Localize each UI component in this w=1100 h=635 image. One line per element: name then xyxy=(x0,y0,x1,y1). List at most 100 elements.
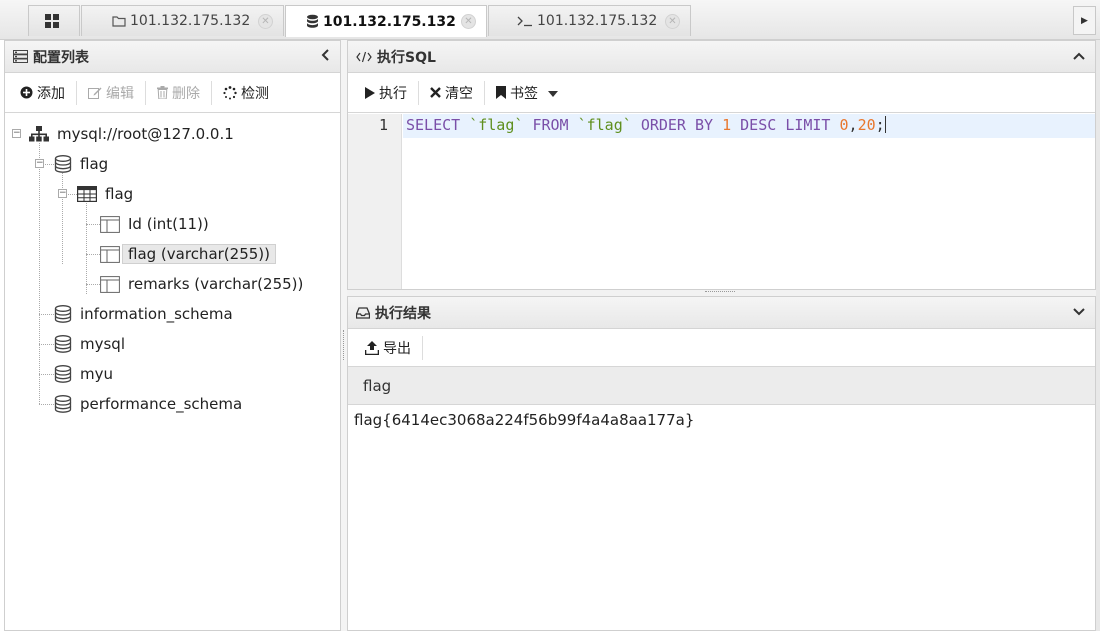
test-connection-button[interactable]: 检测 xyxy=(214,80,278,106)
spinner-icon xyxy=(223,85,237,100)
close-icon[interactable]: ✕ xyxy=(258,14,273,29)
inbox-icon xyxy=(356,306,370,319)
tab-label: 101.132.175.132 xyxy=(537,13,658,29)
export-button[interactable]: 导出 xyxy=(356,335,420,361)
database-icon xyxy=(54,305,72,323)
tree-line xyxy=(86,224,100,225)
sql-toolbar: 执行 清空 书签 xyxy=(348,73,1095,113)
tree-line xyxy=(86,284,100,285)
execute-result-header: 执行结果 xyxy=(348,297,1095,329)
tree-node-connection[interactable]: mysql://root@127.0.0.1 xyxy=(29,122,234,146)
table-icon xyxy=(77,186,97,202)
connection-tree: − − − mysql://root@127.0.0.1 flag flag I… xyxy=(5,113,340,618)
tree-line xyxy=(39,314,54,315)
tree-node-column-flag[interactable]: flag (varchar(255)) xyxy=(100,242,276,266)
edit-label: 编辑 xyxy=(106,85,134,102)
tree-line xyxy=(86,254,100,255)
tab-dashboard[interactable] xyxy=(28,5,80,36)
tree-node-database-mysql[interactable]: mysql xyxy=(54,332,125,356)
tab-file-manager[interactable]: 101.132.175.132 ✕ xyxy=(81,5,284,36)
column-header-label: flag xyxy=(363,376,392,395)
tree-line xyxy=(39,404,54,405)
sql-keyword: DESC xyxy=(740,116,777,134)
tab-label: 101.132.175.132 xyxy=(323,13,456,30)
result-cell[interactable]: flag{6414ec3068a224f56b99f4a4a8aa177a} xyxy=(348,405,1095,429)
times-icon xyxy=(430,87,441,98)
tree-node-database-performance-schema[interactable]: performance_schema xyxy=(54,392,242,416)
line-number: 1 xyxy=(378,116,388,134)
chevron-down-icon[interactable] xyxy=(1073,305,1085,321)
delete-label: 删除 xyxy=(172,85,200,102)
tree-node-column-remarks[interactable]: remarks (varchar(255)) xyxy=(100,272,303,296)
tree-node-database-information-schema[interactable]: information_schema xyxy=(54,302,233,326)
tree-node-column-id[interactable]: Id (int(11)) xyxy=(100,212,209,236)
sql-identifier: `flag` xyxy=(577,116,632,134)
test-label: 检测 xyxy=(241,85,269,102)
chevron-up-icon[interactable] xyxy=(1073,49,1085,65)
edit-icon xyxy=(88,86,102,99)
clear-button[interactable]: 清空 xyxy=(421,80,482,106)
collapse-toggle-root[interactable]: − xyxy=(12,129,21,138)
execute-sql-panel: 执行SQL 执行 清空 书签 1 SELECT `flag` FROM `fla… xyxy=(347,40,1096,290)
toolbar-divider xyxy=(484,80,485,105)
tab-database-manager[interactable]: 101.132.175.132 ✕ xyxy=(285,5,487,37)
tree-node-label: mysql://root@127.0.0.1 xyxy=(57,125,234,143)
toolbar-divider xyxy=(145,80,146,105)
config-toolbar: 添加 编辑 删除 检测 xyxy=(5,73,340,113)
sql-punctuation: ; xyxy=(875,116,885,134)
database-icon xyxy=(54,155,72,173)
tree-node-label: performance_schema xyxy=(80,395,243,413)
sql-identifier: `flag` xyxy=(469,116,524,134)
database-icon xyxy=(306,14,319,29)
tab-terminal[interactable]: 101.132.175.132 ✕ xyxy=(488,5,691,36)
database-icon xyxy=(54,335,72,353)
result-column-header[interactable]: flag xyxy=(348,367,1095,405)
tab-scroll-right-button[interactable]: ▶ xyxy=(1073,6,1096,35)
delete-button[interactable]: 删除 xyxy=(148,80,209,106)
close-icon[interactable]: ✕ xyxy=(665,14,680,29)
panel-title: 执行结果 xyxy=(375,305,431,322)
tree-node-label: myu xyxy=(80,365,113,383)
sql-code-line[interactable]: SELECT `flag` FROM `flag` ORDER BY 1 DES… xyxy=(406,116,886,134)
tab-bar: ◀ 101.132.175.132 ✕ 101.132.175.132 ✕ 10… xyxy=(0,0,1100,631)
sitemap-icon xyxy=(29,126,49,142)
tree-line xyxy=(62,173,63,264)
tree-node-table-flag[interactable]: flag xyxy=(77,182,133,206)
tree-node-label: mysql xyxy=(80,335,125,353)
text-cursor xyxy=(884,116,886,133)
plus-circle-icon xyxy=(20,86,33,99)
panel-title: 配置列表 xyxy=(33,49,89,66)
tree-node-database-myu[interactable]: myu xyxy=(54,362,113,386)
database-icon xyxy=(54,395,72,413)
column-icon xyxy=(100,245,120,263)
sql-editor[interactable]: 1 SELECT `flag` FROM `flag` ORDER BY 1 D… xyxy=(348,114,1095,289)
bookmark-dropdown[interactable]: 书签 xyxy=(487,80,567,106)
sql-keyword: ORDER BY xyxy=(640,116,714,134)
result-cell-value: flag{6414ec3068a224f56b99f4a4a8aa177a} xyxy=(354,411,695,429)
trash-icon xyxy=(157,86,168,99)
tree-node-label: flag (varchar(255)) xyxy=(122,244,276,264)
tree-node-label: flag xyxy=(105,185,134,203)
tree-line xyxy=(86,203,87,294)
sql-keyword: SELECT xyxy=(406,116,461,134)
panel-title: 执行SQL xyxy=(377,49,436,66)
close-icon[interactable]: ✕ xyxy=(461,14,476,29)
edit-button[interactable]: 编辑 xyxy=(79,80,143,106)
bookmark-label: 书签 xyxy=(510,85,538,102)
toolbar-divider xyxy=(422,335,423,360)
collapse-toggle-db-flag[interactable]: − xyxy=(35,159,44,168)
terminal-icon xyxy=(517,15,533,27)
column-icon xyxy=(100,275,120,293)
collapse-left-icon[interactable] xyxy=(320,49,330,65)
add-button[interactable]: 添加 xyxy=(11,80,74,106)
tree-node-database-flag[interactable]: flag xyxy=(54,152,108,176)
splitter-grip xyxy=(705,291,735,292)
sql-keyword: LIMIT xyxy=(785,116,831,134)
tree-line xyxy=(39,344,54,345)
execute-button[interactable]: 执行 xyxy=(356,80,416,106)
result-toolbar: 导出 xyxy=(348,329,1095,367)
collapse-toggle-table-flag[interactable]: − xyxy=(58,189,67,198)
code-icon xyxy=(356,51,372,63)
toolbar-divider xyxy=(76,80,77,105)
tree-line xyxy=(39,374,54,375)
